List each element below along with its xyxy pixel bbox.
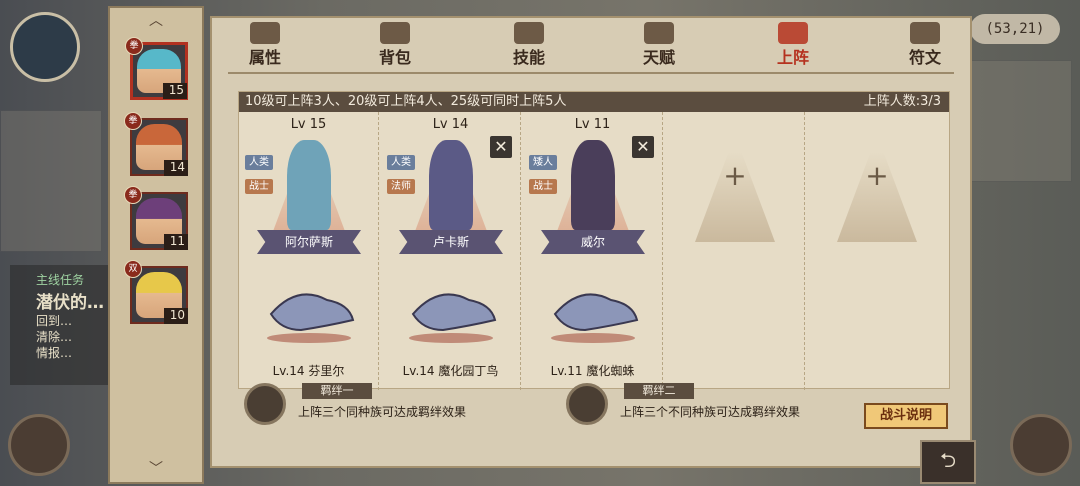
quest-tracker[interactable]: 主线任务 潜伏的… 回到… 清除… 情报… (10, 265, 110, 385)
bond-description: 上阵三个同种族可达成羁绊效果 (298, 405, 467, 419)
pet-name: Lv.14 魔化园丁鸟 (402, 364, 499, 378)
return-arrow-icon[interactable]: ⮌ (920, 440, 976, 484)
tab-label: 天赋 (642, 48, 675, 67)
remove-hero-button[interactable]: ✕ (490, 136, 512, 158)
lineup-rule-text: 10级可上阵3人、20级可上阵4人、25级可同时上阵5人 (245, 94, 567, 109)
empty-slot[interactable]: + (665, 112, 805, 390)
battle-help-button[interactable]: 战斗说明 (864, 403, 948, 429)
hero-sprite (287, 140, 331, 230)
race-tag: 人类 (387, 155, 415, 170)
hero-sprite (429, 140, 473, 230)
hero-level: Lv 11 (574, 117, 611, 132)
book-icon (514, 22, 544, 44)
hero-name-banner: 阿尔萨斯 (257, 230, 361, 254)
tab-label: 技能 (512, 48, 545, 67)
building (0, 110, 102, 252)
map-coordinates: (53,21) (970, 14, 1060, 44)
bag-icon (380, 22, 410, 44)
pet-sprite (409, 293, 497, 343)
building (960, 60, 1072, 182)
hero-portrait[interactable]: 双 10 (124, 260, 188, 324)
lineup-header: 10级可上阵3人、20级可上阵4人、25级可同时上阵5人 上阵人数:3/3 (239, 92, 949, 112)
hero-slot[interactable]: Lv 14 人类法师 ✕ 卢卡斯 Lv.14 魔化园丁鸟 (381, 112, 521, 390)
pet-sprite (551, 293, 639, 343)
quest-title: 潜伏的… (36, 293, 104, 313)
tab-1[interactable]: 属性 (230, 22, 300, 68)
hero-portrait[interactable]: 拳 15 (125, 37, 188, 100)
tab-2[interactable]: 背包 (360, 22, 430, 68)
tab-5[interactable]: 上阵 (758, 22, 828, 68)
lineup-count: 上阵人数:3/3 (863, 94, 941, 109)
hero-level: 11 (164, 234, 188, 250)
bond-title: 羁绊二 (624, 383, 694, 399)
tab-4[interactable]: 天赋 (624, 22, 694, 68)
class-emblem-icon: 拳 (125, 37, 143, 55)
class-tag: 法师 (387, 179, 415, 194)
empty-slot[interactable]: + (807, 112, 947, 390)
building-menu-button[interactable] (1010, 414, 1072, 476)
hero-portrait[interactable]: 拳 11 (124, 186, 188, 250)
pet-menu-button[interactable] (8, 414, 70, 476)
scroll-down-icon[interactable]: ﹀ (148, 462, 164, 476)
class-emblem-icon: 拳 (124, 112, 142, 130)
tab-bar: 属性 背包 技能 天赋 上阵 符文 (212, 18, 970, 68)
eye-icon (644, 22, 674, 44)
tab-divider (228, 72, 954, 74)
hero-roster-strip: ︿ ﹀ 拳 15 拳 14 拳 11 双 10 (108, 6, 204, 484)
class-tag: 战士 (245, 179, 273, 194)
hero-name-banner: 威尔 (541, 230, 645, 254)
lineup-area: 10级可上阵3人、20级可上阵4人、25级可同时上阵5人 上阵人数:3/3 Lv… (238, 91, 950, 390)
tab-label: 上阵 (776, 48, 809, 67)
quest-line: 情报… (36, 346, 73, 360)
hero-level: Lv 15 (290, 117, 327, 132)
hero-level: Lv 14 (432, 117, 469, 132)
hero-slot[interactable]: Lv 15 人类战士阿尔萨斯 Lv.14 芬里尔 (239, 112, 379, 390)
add-hero-icon[interactable]: + (723, 162, 747, 190)
bond-two[interactable]: 羁绊二 上阵三个不同种族可达成羁绊效果 (566, 383, 846, 427)
tab-label: 属性 (248, 48, 281, 67)
bond-title: 羁绊一 (302, 383, 372, 399)
hero-level: 10 (164, 308, 188, 324)
hero-slot[interactable]: Lv 11 矮人战士 ✕ 威尔 Lv.11 魔化蜘蛛 (523, 112, 663, 390)
pet-sprite (267, 293, 355, 343)
bond-icon (566, 383, 608, 425)
hero-portrait[interactable]: 拳 14 (124, 112, 188, 176)
bond-one[interactable]: 羁绊一 上阵三个同种族可达成羁绊效果 (244, 383, 504, 427)
quest-label: 主线任务 (36, 273, 85, 287)
class-tag: 战士 (529, 179, 557, 194)
quest-line: 回到… (36, 314, 73, 328)
hero-level: 14 (164, 160, 188, 176)
bond-icon (244, 383, 286, 425)
crossed-swords-icon (778, 22, 808, 44)
pet-name: Lv.14 芬里尔 (272, 364, 345, 378)
tab-label: 符文 (908, 48, 941, 67)
bond-description: 上阵三个不同种族可达成羁绊效果 (620, 405, 801, 419)
class-emblem-icon: 双 (124, 260, 142, 278)
class-emblem-icon: 拳 (124, 186, 142, 204)
race-tag: 人类 (245, 155, 273, 170)
pet-name: Lv.11 魔化蜘蛛 (550, 364, 635, 378)
hero-sprite (571, 140, 615, 230)
hero-name-banner: 卢卡斯 (399, 230, 503, 254)
quest-line: 清除… (36, 330, 73, 344)
tab-3[interactable]: 技能 (494, 22, 564, 68)
rune-icon (910, 22, 940, 44)
tab-label: 背包 (378, 48, 411, 67)
hero-level: 15 (163, 83, 187, 99)
scroll-up-icon[interactable]: ︿ (148, 14, 164, 28)
add-hero-icon[interactable]: + (865, 162, 889, 190)
tab-6[interactable]: 符文 (890, 22, 960, 68)
player-avatar[interactable] (10, 12, 80, 82)
remove-hero-button[interactable]: ✕ (632, 136, 654, 158)
flame-icon (250, 22, 280, 44)
race-tag: 矮人 (529, 155, 557, 170)
